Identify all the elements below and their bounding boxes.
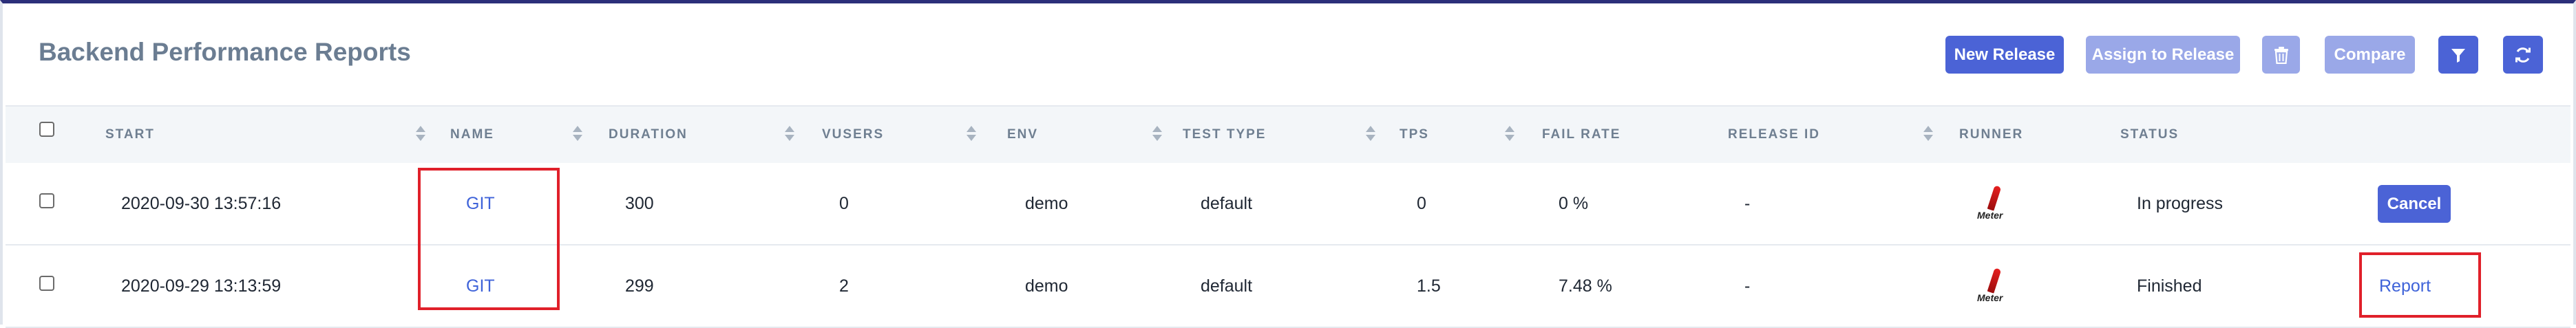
cell-release-id: - — [1744, 276, 1751, 296]
cancel-button[interactable]: Cancel — [2378, 185, 2451, 223]
column-env[interactable]: ENV — [1007, 127, 1038, 142]
table-row: 2020-09-29 13:13:59 GIT 299 2 demo defau… — [6, 245, 2570, 328]
sort-duration-icon[interactable] — [785, 124, 794, 145]
cell-env: demo — [1025, 194, 1068, 213]
cell-status: Finished — [2137, 276, 2202, 296]
refresh-button[interactable] — [2503, 36, 2543, 74]
column-vusers[interactable]: VUSERS — [822, 127, 884, 142]
cell-start: 2020-09-29 13:13:59 — [121, 276, 282, 296]
sort-vusers-icon[interactable] — [967, 124, 976, 145]
column-release-id[interactable]: RELEASE ID — [1728, 127, 1820, 142]
new-release-button[interactable]: New Release — [1945, 36, 2064, 74]
filter-icon — [2451, 48, 2465, 63]
trash-icon — [2274, 46, 2288, 64]
sort-tps-icon[interactable] — [1505, 124, 1514, 145]
cell-test-type: default — [1201, 194, 1253, 213]
row-checkbox[interactable] — [39, 276, 54, 291]
table-row: 2020-09-30 13:57:16 GIT 300 0 demo defau… — [6, 163, 2570, 245]
column-test-type[interactable]: TEST TYPE — [1183, 127, 1266, 142]
cell-duration: 299 — [625, 276, 654, 296]
cell-env: demo — [1025, 276, 1068, 296]
cell-tps: 1.5 — [1417, 276, 1441, 296]
highlight-report-link — [2359, 252, 2481, 318]
cell-tps: 0 — [1417, 194, 1426, 213]
sort-name-icon[interactable] — [573, 124, 582, 145]
compare-button[interactable]: Compare — [2325, 36, 2415, 74]
column-fail-rate[interactable]: FAIL RATE — [1542, 127, 1620, 142]
sort-release-id-icon[interactable] — [1923, 124, 1933, 145]
page-title: Backend Performance Reports — [39, 38, 411, 66]
sort-test-type-icon[interactable] — [1366, 124, 1375, 145]
cell-status: In progress — [2137, 194, 2224, 213]
column-start[interactable]: START — [105, 127, 155, 142]
cell-duration: 300 — [625, 194, 654, 213]
sort-env-icon[interactable] — [1152, 124, 1162, 145]
jmeter-logo: Meter — [1976, 185, 2010, 224]
filter-button[interactable] — [2438, 36, 2478, 74]
cell-fail-rate: 0 % — [1559, 194, 1589, 213]
column-runner: RUNNER — [1959, 127, 2024, 142]
select-all-checkbox[interactable] — [39, 122, 54, 137]
cell-test-type: default — [1201, 276, 1253, 296]
column-status: STATUS — [2120, 127, 2179, 142]
cell-start: 2020-09-30 13:57:16 — [121, 194, 282, 213]
table-header: START NAME DURATION VUSERS ENV TEST TYPE… — [6, 105, 2570, 164]
cell-vusers: 0 — [839, 194, 849, 213]
delete-button[interactable] — [2262, 36, 2300, 74]
cell-fail-rate: 7.48 % — [1559, 276, 1612, 296]
assign-to-release-button[interactable]: Assign to Release — [2086, 36, 2240, 74]
cell-release-id: - — [1744, 194, 1751, 213]
sort-start-icon[interactable] — [416, 124, 425, 145]
cell-vusers: 2 — [839, 276, 849, 296]
reports-panel: Backend Performance Reports New Release … — [0, 0, 2576, 328]
refresh-icon — [2515, 47, 2531, 63]
column-tps[interactable]: TPS — [1400, 127, 1429, 142]
column-duration[interactable]: DURATION — [609, 127, 688, 142]
jmeter-logo: Meter — [1976, 267, 2010, 307]
row-checkbox[interactable] — [39, 193, 54, 208]
column-name[interactable]: NAME — [450, 127, 494, 142]
highlight-name-column — [418, 168, 560, 310]
